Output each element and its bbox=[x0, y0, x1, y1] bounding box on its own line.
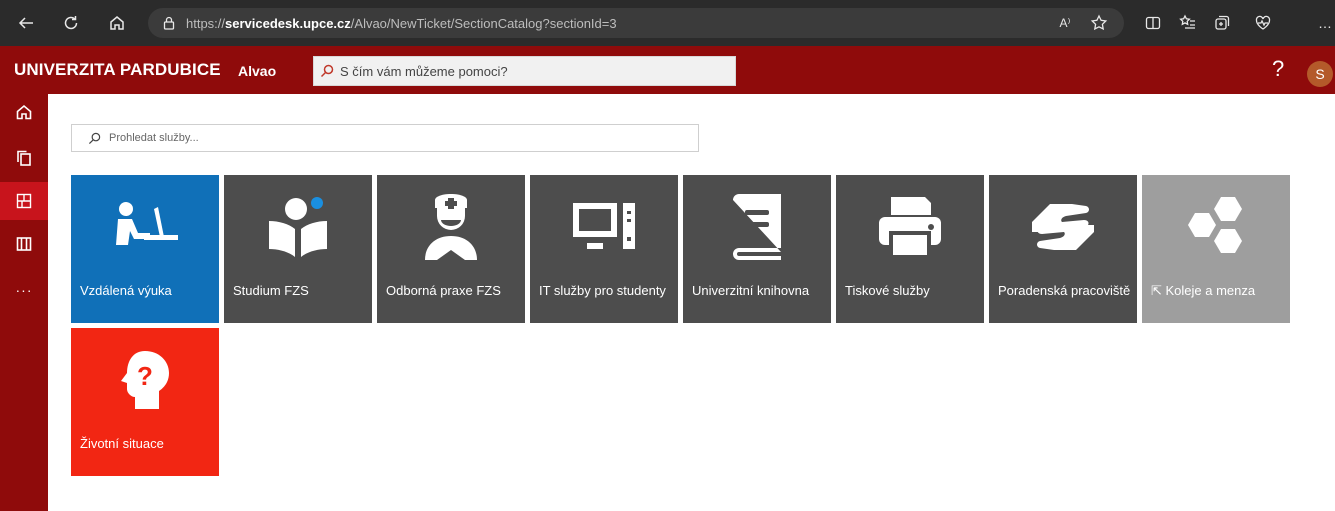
header-search[interactable] bbox=[313, 56, 736, 86]
nurse-icon bbox=[377, 187, 525, 267]
sidebar-item-more[interactable]: ··· bbox=[0, 272, 48, 308]
tile-label: Univerzitní knihovna bbox=[692, 283, 810, 298]
book-icon bbox=[16, 237, 32, 251]
url-text[interactable]: https://servicedesk.upce.cz/Alvao/NewTic… bbox=[186, 16, 617, 31]
url-path: /Alvao/NewTicket/SectionCatalog?sectionI… bbox=[350, 15, 617, 31]
tile-label: Životní situace bbox=[80, 436, 164, 451]
tile-label: Vzdálená výuka bbox=[80, 283, 172, 298]
favorite-star-icon[interactable] bbox=[1089, 13, 1109, 33]
hexagons-icon bbox=[1142, 187, 1290, 267]
copy-icon bbox=[17, 150, 31, 166]
computer-icon bbox=[530, 187, 678, 267]
library-book-icon bbox=[683, 187, 831, 267]
tile-it-sluzby[interactable]: IT služby pro studenty bbox=[530, 175, 678, 323]
sidebar-item-catalog[interactable] bbox=[0, 182, 48, 220]
collections-icon[interactable] bbox=[1212, 13, 1232, 33]
search-icon bbox=[88, 132, 101, 145]
more-menu-icon[interactable]: … bbox=[1315, 13, 1335, 33]
lock-icon[interactable] bbox=[162, 16, 176, 30]
home-icon bbox=[16, 104, 32, 120]
read-aloud-icon[interactable]: A⁾ bbox=[1055, 13, 1075, 33]
read-aloud-label: A⁾ bbox=[1059, 16, 1071, 30]
browser-toolbar: https://servicedesk.upce.cz/Alvao/NewTic… bbox=[0, 0, 1335, 46]
brand-logo[interactable]: UNIVERZITA PARDUBICE bbox=[14, 60, 221, 80]
url-prefix: https:// bbox=[186, 15, 226, 31]
sidebar-item-knowledge[interactable] bbox=[0, 226, 48, 262]
avatar[interactable]: S bbox=[1307, 61, 1333, 87]
search-icon bbox=[314, 64, 340, 78]
header-search-input[interactable] bbox=[340, 63, 720, 79]
service-search[interactable] bbox=[71, 124, 699, 152]
helping-hand-icon bbox=[989, 187, 1137, 267]
address-bar[interactable]: https://servicedesk.upce.cz/Alvao/NewTic… bbox=[148, 8, 1124, 38]
tile-poradenska-pracoviste[interactable]: Poradenská pracoviště bbox=[989, 175, 1137, 323]
distance-learning-icon bbox=[71, 187, 219, 267]
tile-label: Tiskové služby bbox=[845, 283, 930, 298]
catalog-icon bbox=[16, 193, 32, 209]
app-name[interactable]: Alvao bbox=[238, 63, 276, 79]
study-icon bbox=[224, 187, 372, 267]
tile-zivotni-situace[interactable]: ? Životní situace bbox=[71, 328, 219, 476]
tile-label: Studium FZS bbox=[233, 283, 309, 298]
printer-icon bbox=[836, 187, 984, 267]
url-host: servicedesk.upce.cz bbox=[225, 15, 351, 31]
tile-univerzitni-knihovna[interactable]: Univerzitní knihovna bbox=[683, 175, 831, 323]
sidebar-item-home[interactable] bbox=[0, 94, 48, 130]
service-search-input[interactable] bbox=[109, 132, 669, 144]
tile-label: Poradenská pracoviště bbox=[998, 283, 1131, 298]
favorites-list-icon[interactable] bbox=[1178, 13, 1198, 33]
sidebar-item-tickets[interactable] bbox=[0, 140, 48, 176]
app-header: UNIVERZITA PARDUBICE Alvao ? S bbox=[0, 46, 1335, 94]
home-icon[interactable] bbox=[107, 13, 127, 33]
tile-koleje-a-menza[interactable]: ⇱ Koleje a menza bbox=[1142, 175, 1290, 323]
tile-label: Odborná praxe FZS bbox=[386, 283, 501, 298]
split-screen-icon[interactable] bbox=[1143, 13, 1163, 33]
tile-vzdalena-vyuka[interactable]: Vzdálená výuka bbox=[71, 175, 219, 323]
tile-tiskove-sluzby[interactable]: Tiskové služby bbox=[836, 175, 984, 323]
back-icon[interactable] bbox=[16, 13, 36, 33]
sidebar: ··· bbox=[0, 94, 48, 511]
tile-studium-fzs[interactable]: Studium FZS bbox=[224, 175, 372, 323]
svg-text:?: ? bbox=[137, 361, 153, 391]
tile-label: ⇱ Koleje a menza bbox=[1151, 283, 1256, 298]
help-button[interactable]: ? bbox=[1272, 56, 1284, 82]
question-head-icon: ? bbox=[71, 340, 219, 420]
health-heart-icon[interactable] bbox=[1253, 13, 1273, 33]
refresh-icon[interactable] bbox=[61, 13, 81, 33]
tile-label: IT služby pro studenty bbox=[539, 283, 666, 298]
tile-odborna-praxe-fzs[interactable]: Odborná praxe FZS bbox=[377, 175, 525, 323]
